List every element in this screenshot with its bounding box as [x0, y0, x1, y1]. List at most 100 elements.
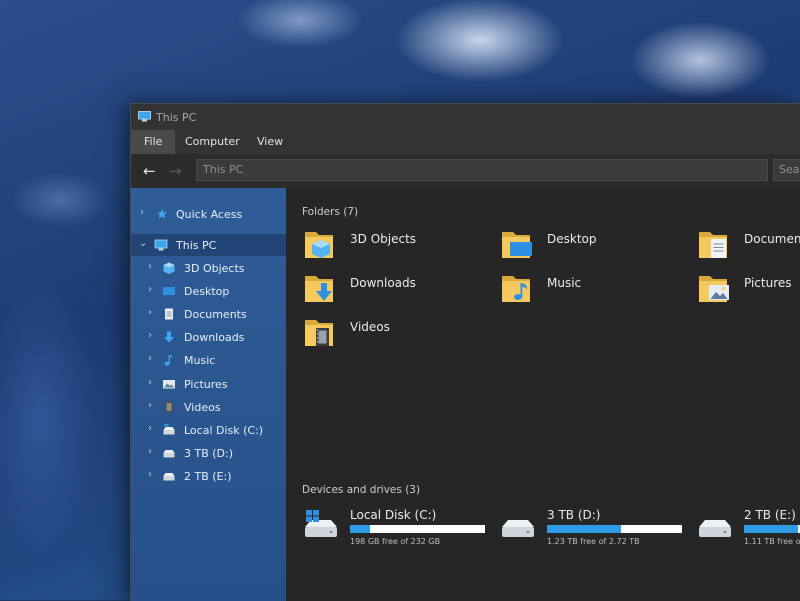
folder-desktop[interactable]: Desktop	[500, 226, 690, 266]
menu-file[interactable]: File	[131, 130, 176, 154]
back-arrow-icon[interactable]: ←	[143, 162, 156, 180]
menu-view[interactable]: View	[244, 130, 296, 154]
chevron-right-icon[interactable]: ›	[148, 469, 152, 480]
folder-videos-icon	[305, 320, 333, 346]
sidebar-item-label: Local Disk (C:)	[184, 424, 264, 437]
drive-usage-bar	[744, 525, 800, 533]
sidebar-item-label: Desktop	[184, 285, 230, 298]
forward-arrow-icon[interactable]: →	[169, 162, 182, 180]
sidebar-item-label: 2 TB (E:)	[184, 470, 232, 483]
desktop-icon	[163, 287, 175, 295]
folder-label: Desktop	[547, 232, 597, 246]
sidebar-item-videos[interactable]: › Videos	[131, 396, 286, 418]
search-input[interactable]: Search	[773, 159, 800, 181]
sidebar-item-local-disk-c[interactable]: › Local Disk (C:)	[131, 419, 286, 441]
folder-label: Documents	[744, 232, 800, 246]
content-pane: Folders (7) 3D Objects Desktop Docume Do…	[286, 188, 800, 601]
menu-bar: File Computer View	[131, 130, 800, 154]
folder-pictures-icon	[699, 276, 729, 302]
menu-computer[interactable]: Computer	[172, 130, 253, 154]
folders-heading: Folders (7)	[302, 206, 359, 218]
picture-icon	[163, 380, 175, 389]
sidebar-item-label: Quick Acess	[176, 208, 243, 221]
computer-icon	[138, 111, 151, 122]
sidebar-item-label: This PC	[176, 239, 217, 252]
sidebar-item-drive-e[interactable]: › 2 TB (E:)	[131, 465, 286, 487]
folder-music-icon	[502, 276, 530, 302]
drives-heading: Devices and drives (3)	[302, 484, 421, 496]
hard-drive-icon	[699, 520, 731, 537]
folder-videos[interactable]: Videos	[303, 314, 493, 354]
drive-label: 2 TB (E:)	[744, 508, 796, 522]
hard-drive-icon	[163, 473, 175, 481]
sidebar-item-documents[interactable]: › Documents	[131, 303, 286, 325]
document-icon	[165, 308, 173, 320]
address-row: ← → This PC Search	[131, 154, 800, 188]
sidebar-item-quick-access[interactable]: › Quick Acess	[131, 203, 286, 225]
drive-d[interactable]: 3 TB (D:) 1.23 TB free of 2.72 TB	[500, 505, 690, 549]
cube-icon	[163, 262, 175, 274]
sidebar-item-label: Documents	[184, 308, 247, 321]
folder-documents[interactable]: Documents	[697, 226, 800, 266]
chevron-right-icon[interactable]: ›	[148, 353, 152, 364]
chevron-right-icon[interactable]: ›	[148, 423, 152, 434]
computer-icon	[154, 239, 168, 251]
drive-usage-fill	[350, 525, 371, 533]
drive-e[interactable]: 2 TB (E:) 1.11 TB free of 1.8	[697, 505, 800, 549]
sidebar-item-label: Pictures	[184, 378, 228, 391]
chevron-right-icon[interactable]: ›	[148, 377, 152, 388]
drive-usage-fill	[744, 525, 798, 533]
folder-documents-icon	[699, 232, 727, 258]
chevron-right-icon[interactable]: ›	[148, 284, 152, 295]
folder-pictures[interactable]: Pictures	[697, 270, 800, 310]
sidebar-item-label: Downloads	[184, 331, 245, 344]
drive-usage-bar	[350, 525, 485, 533]
folder-3d-objects-icon	[305, 232, 333, 258]
sidebar-item-label: 3 TB (D:)	[184, 447, 234, 460]
file-explorer-window: This PC File Computer View ← → This PC S…	[130, 103, 800, 601]
drive-usage-fill	[547, 525, 622, 533]
drive-free-space: 1.23 TB free of 2.72 TB	[547, 537, 640, 546]
chevron-right-icon[interactable]: ›	[148, 261, 152, 272]
music-note-icon	[164, 355, 173, 366]
chevron-right-icon[interactable]: ›	[148, 400, 152, 411]
folder-3d-objects[interactable]: 3D Objects	[303, 226, 493, 266]
chevron-down-icon[interactable]: ⌄	[139, 238, 147, 249]
folder-downloads-icon	[305, 276, 333, 302]
star-icon	[157, 209, 167, 219]
sidebar-item-music[interactable]: › Music	[131, 349, 286, 371]
folder-downloads[interactable]: Downloads	[303, 270, 493, 310]
sidebar-item-3d-objects[interactable]: › 3D Objects	[131, 257, 286, 279]
sidebar-item-downloads[interactable]: › Downloads	[131, 326, 286, 348]
folder-music[interactable]: Music	[500, 270, 690, 310]
drive-free-space: 1.11 TB free of 1.8	[744, 537, 800, 546]
drive-label: 3 TB (D:)	[547, 508, 601, 522]
sidebar-item-this-pc[interactable]: ⌄ This PC	[131, 234, 286, 256]
chevron-right-icon[interactable]: ›	[148, 307, 152, 318]
window-title: This PC	[156, 111, 197, 124]
address-bar[interactable]: This PC	[196, 159, 768, 181]
drive-label: Local Disk (C:)	[350, 508, 437, 522]
sidebar-item-pictures[interactable]: › Pictures	[131, 373, 286, 395]
drive-local-disk-c[interactable]: Local Disk (C:) 198 GB free of 232 GB	[303, 505, 493, 549]
drive-usage-bar	[547, 525, 682, 533]
folder-label: Music	[547, 276, 582, 290]
hard-drive-icon	[163, 424, 175, 435]
navigation-pane: › Quick Acess ⌄ This PC › 3D Objects › D…	[131, 188, 286, 601]
download-arrow-icon	[164, 331, 174, 343]
folder-label: Videos	[350, 320, 390, 334]
sidebar-item-drive-d[interactable]: › 3 TB (D:)	[131, 442, 286, 464]
folder-label: Downloads	[350, 276, 416, 290]
chevron-right-icon[interactable]: ›	[140, 207, 144, 218]
chevron-right-icon[interactable]: ›	[148, 330, 152, 341]
folder-desktop-icon	[502, 232, 532, 258]
sidebar-item-label: Videos	[184, 401, 221, 414]
sidebar-item-desktop[interactable]: › Desktop	[131, 280, 286, 302]
windows-drive-icon	[305, 510, 337, 537]
hard-drive-icon	[502, 520, 534, 537]
drive-free-space: 198 GB free of 232 GB	[350, 537, 441, 546]
chevron-right-icon[interactable]: ›	[148, 446, 152, 457]
sidebar-item-label: Music	[184, 354, 216, 367]
title-bar: This PC	[131, 104, 800, 130]
film-strip-icon	[165, 401, 173, 413]
